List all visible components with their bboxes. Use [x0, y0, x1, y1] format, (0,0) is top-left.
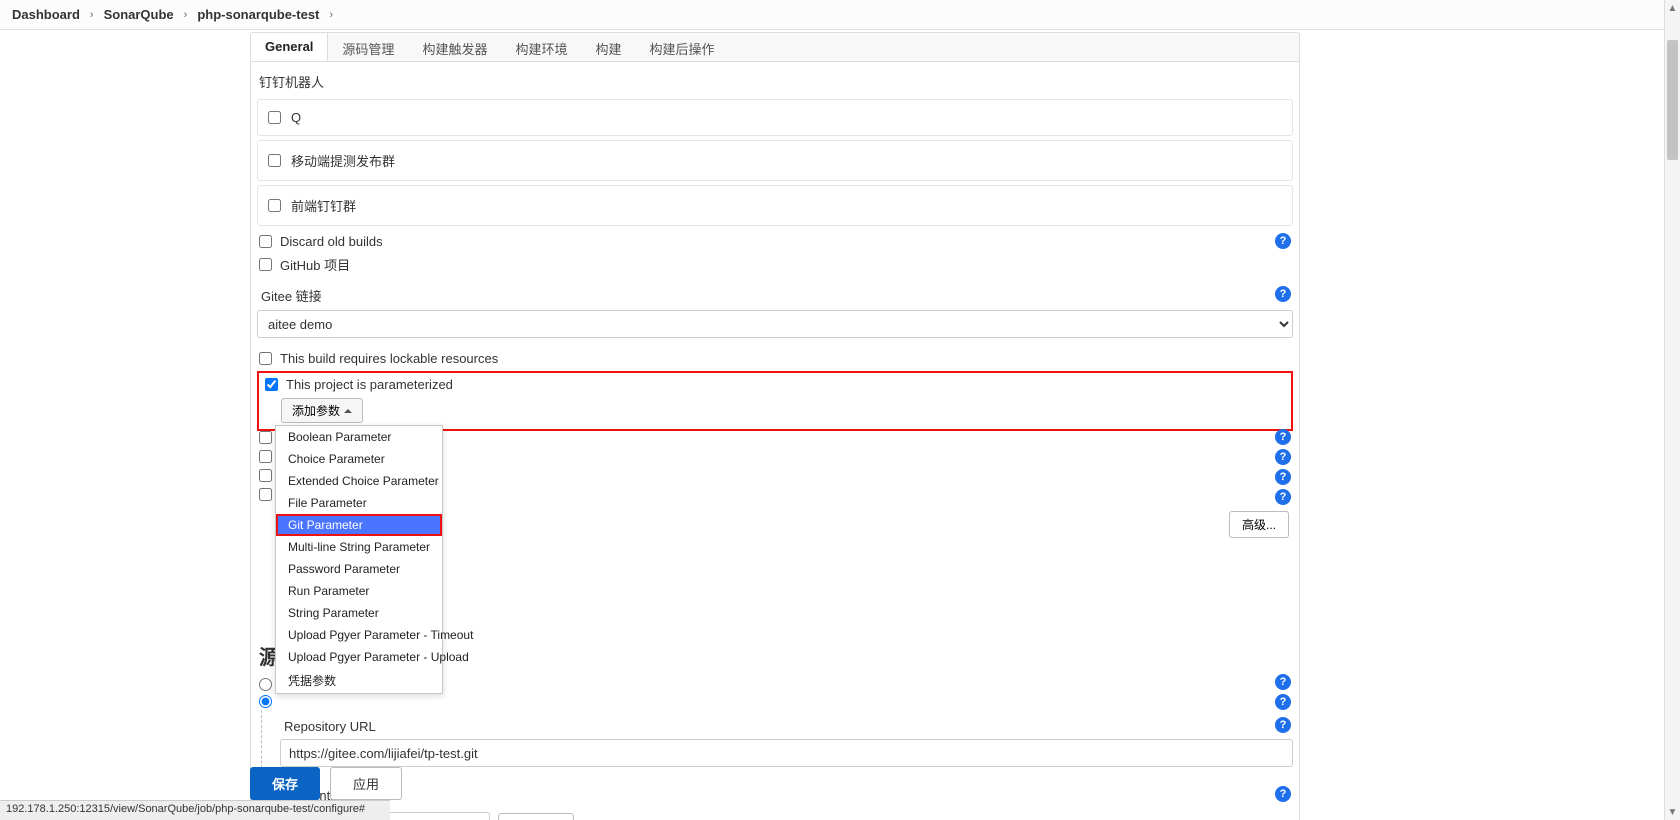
dingtalk-robot-row: 前端钉钉群 [257, 185, 1293, 226]
dingtalk-checkbox[interactable] [268, 199, 281, 212]
dingtalk-label: 移动端提测发布群 [291, 151, 395, 170]
add-credentials-button[interactable]: 添加 [498, 813, 574, 820]
add-parameter-button[interactable]: 添加参数 [281, 398, 363, 423]
window-scrollbar[interactable]: ▲ ▼ [1664, 0, 1680, 820]
breadcrumb-item[interactable]: php-sonarqube-test [191, 7, 325, 22]
save-button[interactable]: 保存 [250, 767, 320, 800]
breadcrumb: Dashboard › SonarQube › php-sonarqube-te… [0, 0, 1680, 30]
discard-old-builds-checkbox[interactable] [259, 235, 272, 248]
dingtalk-checkbox[interactable] [268, 111, 281, 124]
repo-url-label: Repository URL [282, 713, 378, 736]
apply-button[interactable]: 应用 [330, 767, 402, 800]
dingtalk-heading: 钉钉机器人 [257, 68, 1293, 95]
tab-triggers[interactable]: 构建触发器 [408, 33, 501, 61]
chevron-right-icon: › [86, 9, 98, 21]
hidden-option-checkbox[interactable] [259, 469, 272, 482]
help-icon[interactable]: ? [1275, 786, 1291, 802]
repo-url-input[interactable] [280, 739, 1293, 767]
scroll-thumb[interactable] [1667, 40, 1678, 160]
status-bar-url: 192.178.1.250:12315/view/SonarQube/job/p… [0, 800, 390, 820]
menu-item[interactable]: 凭据参数 [276, 668, 442, 693]
menu-item[interactable]: Run Parameter [276, 580, 442, 602]
help-icon[interactable]: ? [1275, 489, 1291, 505]
dingtalk-robot-row: 移动端提测发布群 [257, 140, 1293, 181]
add-parameter-label: 添加参数 [292, 402, 340, 419]
parameter-type-menu: Boolean Parameter Choice Parameter Exten… [275, 425, 443, 694]
help-icon[interactable]: ? [1275, 233, 1291, 249]
dingtalk-robot-row: Q [257, 99, 1293, 136]
scm-none-radio[interactable] [259, 678, 272, 691]
config-tabs: General 源码管理 构建触发器 构建环境 构建 构建后操作 [250, 32, 1300, 62]
help-icon[interactable]: ? [1275, 286, 1291, 302]
highlight-box: This project is parameterized ? 添加参数 [257, 371, 1293, 431]
help-icon[interactable]: ? [1275, 449, 1291, 465]
menu-item-git-parameter[interactable]: Git Parameter [276, 514, 442, 536]
hidden-option-checkbox[interactable] [259, 431, 272, 444]
lockable-resources-label: This build requires lockable resources [280, 351, 498, 366]
dingtalk-label: 前端钉钉群 [291, 196, 356, 215]
parameterized-checkbox[interactable] [265, 378, 278, 391]
hidden-option-checkbox[interactable] [259, 450, 272, 463]
main-scroll[interactable]: General 源码管理 构建触发器 构建环境 构建 构建后操作 钉钉机器人 Q… [0, 30, 1680, 820]
dingtalk-label: Q [291, 110, 301, 125]
gitee-link-label: Gitee 链接 [259, 280, 324, 307]
hidden-option-checkbox[interactable] [259, 488, 272, 501]
github-project-label: GitHub 项目 [280, 255, 350, 274]
tab-general[interactable]: General [251, 33, 328, 62]
menu-item[interactable]: Extended Choice Parameter [276, 470, 442, 492]
menu-item[interactable]: Upload Pgyer Parameter - Upload [276, 646, 442, 668]
menu-item[interactable]: Boolean Parameter [276, 426, 442, 448]
help-icon[interactable]: ? [1275, 674, 1291, 690]
advanced-button[interactable]: 高级... [1229, 511, 1289, 538]
menu-item[interactable]: File Parameter [276, 492, 442, 514]
github-project-checkbox[interactable] [259, 258, 272, 271]
menu-item[interactable]: Password Parameter [276, 558, 442, 580]
tab-scm[interactable]: 源码管理 [328, 33, 408, 61]
menu-item[interactable]: Multi-line String Parameter [276, 536, 442, 558]
tab-postbuild[interactable]: 构建后操作 [635, 33, 728, 61]
help-icon[interactable]: ? [1275, 694, 1291, 710]
chevron-right-icon: › [180, 9, 192, 21]
scm-git-radio[interactable] [259, 695, 272, 708]
gitee-link-select[interactable]: aitee demo [257, 310, 1293, 338]
dingtalk-checkbox[interactable] [268, 154, 281, 167]
caret-up-icon [344, 409, 352, 413]
parameterized-label: This project is parameterized [286, 377, 453, 392]
breadcrumb-item[interactable]: SonarQube [98, 7, 180, 22]
help-icon[interactable]: ? [1275, 717, 1291, 733]
breadcrumb-item[interactable]: Dashboard [6, 7, 86, 22]
menu-item[interactable]: Choice Parameter [276, 448, 442, 470]
discard-old-builds-label: Discard old builds [280, 234, 383, 249]
form-actions: 保存 应用 [250, 767, 402, 800]
menu-item[interactable]: String Parameter [276, 602, 442, 624]
lockable-resources-checkbox[interactable] [259, 352, 272, 365]
tab-build[interactable]: 构建 [581, 33, 635, 61]
menu-item[interactable]: Upload Pgyer Parameter - Timeout [276, 624, 442, 646]
scroll-up-icon[interactable]: ▲ [1665, 0, 1680, 16]
tab-environment[interactable]: 构建环境 [501, 33, 581, 61]
chevron-right-icon: › [325, 9, 337, 21]
scroll-down-icon[interactable]: ▼ [1665, 804, 1680, 820]
help-icon[interactable]: ? [1275, 429, 1291, 445]
help-icon[interactable]: ? [1275, 469, 1291, 485]
